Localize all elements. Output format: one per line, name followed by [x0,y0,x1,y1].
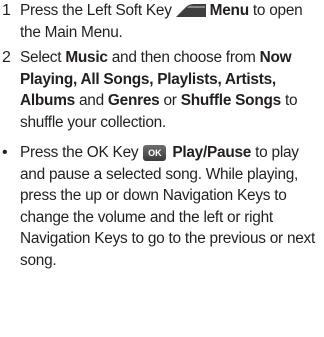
step-2: 2 Select Music and then choose from Now … [0,47,324,133]
step-1: 1 Press the Left Soft Key Menu to open th… [0,0,324,43]
instructions-page: 1 Press the Left Soft Key Menu to open th… [0,0,324,337]
menu-label: Menu [209,2,249,19]
bullet-text: Press the OK Key OK Play/Pause to play and… [20,144,316,269]
ok-key-icon: OK [143,145,167,161]
step-text: Press the Left Soft Key Menu to open the … [20,2,303,41]
step-number: 2 [2,49,11,66]
bullet-item: • Press the OK Key OK Play/Pause to play a… [0,142,324,272]
play-pause-label: Play/Pause [172,144,252,161]
step-number: 1 [2,2,11,19]
left-soft-key-icon [175,4,206,17]
step-text: Select Music and then choose from Now Pl… [20,49,298,131]
bullet-marker: • [2,144,8,161]
